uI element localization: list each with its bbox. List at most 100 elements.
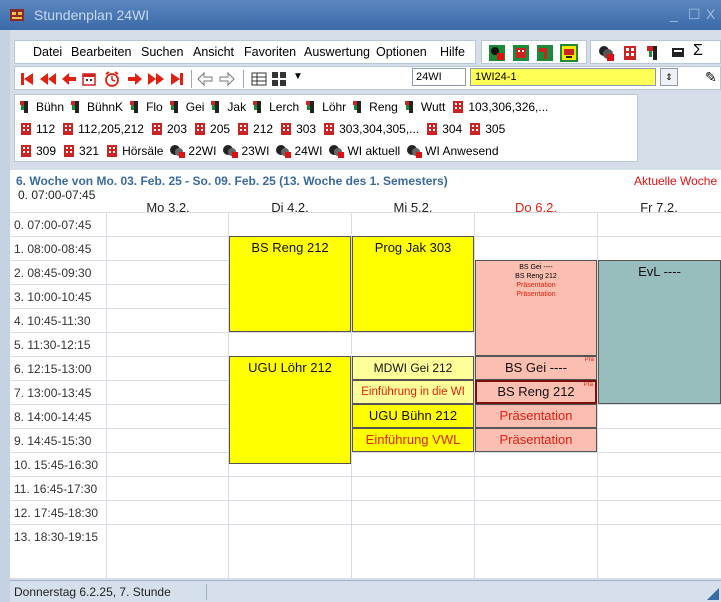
menu-ansicht[interactable]: Ansicht bbox=[193, 45, 234, 59]
fav-teacher-buehn[interactable]: Bühn bbox=[19, 100, 64, 114]
fav-room-303[interactable]: 303 bbox=[279, 122, 316, 136]
person-view-icon[interactable] bbox=[536, 44, 554, 62]
previous-fast-icon[interactable] bbox=[39, 71, 57, 87]
class-view-icon[interactable] bbox=[560, 44, 578, 62]
fav-class-24wi[interactable]: 24WI bbox=[275, 144, 322, 158]
room-icon bbox=[238, 123, 249, 135]
fav-room-205[interactable]: 205 bbox=[193, 122, 230, 136]
fav-room-303-group[interactable]: 303,304,305,... bbox=[322, 122, 419, 136]
lesson-block[interactable]: BS Gei ---- BS Reng 212 Präsentation Prä… bbox=[475, 260, 597, 356]
fav-room-203[interactable]: 203 bbox=[150, 122, 187, 136]
subjects-icon[interactable] bbox=[669, 44, 687, 62]
grid-view-icon[interactable] bbox=[271, 71, 287, 87]
maximize-button[interactable]: ☐ bbox=[688, 6, 701, 23]
class-icon bbox=[170, 145, 186, 158]
teachers-icon[interactable] bbox=[645, 44, 663, 62]
lesson-block[interactable]: MDWI Gei 212 bbox=[352, 356, 474, 380]
menu-datei[interactable]: Datei bbox=[33, 45, 62, 59]
fav-teacher-flo[interactable]: Flo bbox=[129, 100, 163, 114]
fav-room-304[interactable]: 304 bbox=[425, 122, 462, 136]
room-view-icon[interactable] bbox=[512, 44, 530, 62]
current-week-link[interactable]: Aktuelle Woche bbox=[634, 174, 717, 188]
group-select-spinner-icon[interactable]: ⇕ bbox=[660, 68, 678, 86]
fav-room-321[interactable]: 321 bbox=[62, 144, 99, 158]
close-button[interactable]: X bbox=[706, 6, 715, 22]
previous-week-icon[interactable] bbox=[61, 71, 77, 87]
fav-wi-aktuell[interactable]: WI aktuell bbox=[328, 144, 400, 158]
room-icon bbox=[21, 123, 31, 135]
fav-teacher-buehnk[interactable]: BühnK bbox=[70, 100, 123, 114]
fav-room-112[interactable]: 112 bbox=[19, 122, 55, 136]
lesson-block[interactable]: BS Gei ---- Prä bbox=[475, 356, 597, 380]
menu-bar: Datei Bearbeiten Suchen Ansicht Favorite… bbox=[14, 40, 476, 64]
lesson-block-selected[interactable]: BS Reng 212 Prä bbox=[475, 380, 597, 404]
fav-room-112-205-212[interactable]: 112,205,212 bbox=[61, 122, 144, 136]
lesson-block[interactable]: UGU Bühn 212 bbox=[352, 404, 474, 428]
minimize-button[interactable]: _ bbox=[670, 6, 678, 22]
menu-optionen[interactable]: Optionen bbox=[376, 45, 427, 59]
alarm-clock-icon[interactable] bbox=[103, 70, 121, 88]
lesson-block[interactable]: UGU Löhr 212 bbox=[229, 356, 351, 464]
schedule-header: 6. Woche von Mo. 03. Feb. 25 - So. 09. F… bbox=[10, 170, 721, 215]
back-icon[interactable] bbox=[197, 71, 213, 87]
teacher-icon bbox=[169, 101, 178, 113]
menu-hilfe[interactable]: Hilfe bbox=[440, 45, 465, 59]
group-select[interactable]: 1WI24-1 bbox=[470, 68, 656, 86]
fav-room-212[interactable]: 212 bbox=[236, 122, 273, 136]
sum-icon[interactable]: Σ bbox=[693, 42, 703, 60]
menu-favoriten[interactable]: Favoriten bbox=[244, 45, 296, 59]
teacher-icon bbox=[306, 101, 315, 113]
first-week-icon[interactable] bbox=[19, 71, 35, 87]
view-toolbar bbox=[481, 40, 587, 64]
title-bar: Stundenplan 24WI _ ☐ X bbox=[0, 0, 721, 30]
lesson-block[interactable]: Prog Jak 303 bbox=[352, 236, 474, 332]
room-icon bbox=[427, 123, 438, 135]
lesson-block[interactable]: EvL ---- bbox=[598, 260, 721, 404]
fav-teacher-jak[interactable]: Jak bbox=[210, 100, 246, 114]
teacher-view-icon[interactable] bbox=[488, 44, 506, 62]
app-icon bbox=[10, 9, 24, 21]
fav-class-23wi[interactable]: 23WI bbox=[222, 144, 269, 158]
first-slot-label: 0. 07:00-07:45 bbox=[18, 188, 96, 202]
room-icon bbox=[281, 123, 292, 135]
fav-teacher-lerch[interactable]: Lerch bbox=[252, 100, 299, 114]
last-week-icon[interactable] bbox=[169, 71, 185, 87]
class-icon bbox=[329, 145, 345, 158]
fav-room-305[interactable]: 305 bbox=[468, 122, 505, 136]
resize-grip-icon[interactable] bbox=[707, 588, 719, 600]
fav-teacher-reng[interactable]: Reng bbox=[352, 100, 398, 114]
lesson-block[interactable]: Einführung in die WI bbox=[352, 380, 474, 404]
forward-icon[interactable] bbox=[219, 71, 235, 87]
fav-class-22wi[interactable]: 22WI bbox=[169, 144, 216, 158]
slot-row: 10. 15:45-16:30 bbox=[10, 452, 721, 476]
rooms-icon[interactable] bbox=[621, 44, 639, 62]
fav-room-group[interactable]: 103,306,326,... bbox=[451, 100, 548, 114]
lesson-block[interactable]: Präsentation bbox=[475, 404, 597, 428]
calendar-icon[interactable] bbox=[81, 71, 97, 87]
teacher-icon bbox=[404, 101, 413, 113]
next-fast-icon[interactable] bbox=[147, 71, 165, 87]
fav-wi-anwesend[interactable]: WI Anwesend bbox=[406, 144, 499, 158]
class-icon bbox=[407, 145, 423, 158]
slot-row: 12. 17:45-18:30 bbox=[10, 500, 721, 524]
class-select[interactable]: 24WI bbox=[412, 68, 466, 86]
brush-icon[interactable]: ✎ bbox=[705, 69, 717, 86]
lesson-block[interactable]: Präsentation bbox=[475, 428, 597, 452]
fav-room-309[interactable]: 309 bbox=[19, 144, 56, 158]
lesson-block[interactable]: Einführung VWL bbox=[352, 428, 474, 452]
next-week-icon[interactable] bbox=[127, 71, 143, 87]
table-view-icon[interactable] bbox=[251, 71, 267, 87]
view-dropdown-icon[interactable]: ▼ bbox=[293, 71, 303, 82]
status-bar: Donnerstag 6.2.25, 7. Stunde bbox=[10, 580, 721, 602]
fav-teacher-wutt[interactable]: Wutt bbox=[404, 100, 445, 114]
fav-room-hoersaele[interactable]: Hörsäle bbox=[105, 144, 163, 158]
menu-auswertung[interactable]: Auswertung bbox=[304, 45, 370, 59]
teacher-icon bbox=[20, 101, 28, 113]
menu-suchen[interactable]: Suchen bbox=[141, 45, 183, 59]
menu-bearbeiten[interactable]: Bearbeiten bbox=[71, 45, 131, 59]
lesson-block[interactable]: BS Reng 212 bbox=[229, 236, 351, 332]
fav-teacher-gei[interactable]: Gei bbox=[169, 100, 204, 114]
fav-teacher-loehr[interactable]: Löhr bbox=[305, 100, 346, 114]
classes-icon[interactable] bbox=[597, 44, 615, 62]
status-text: Donnerstag 6.2.25, 7. Stunde bbox=[14, 585, 171, 599]
